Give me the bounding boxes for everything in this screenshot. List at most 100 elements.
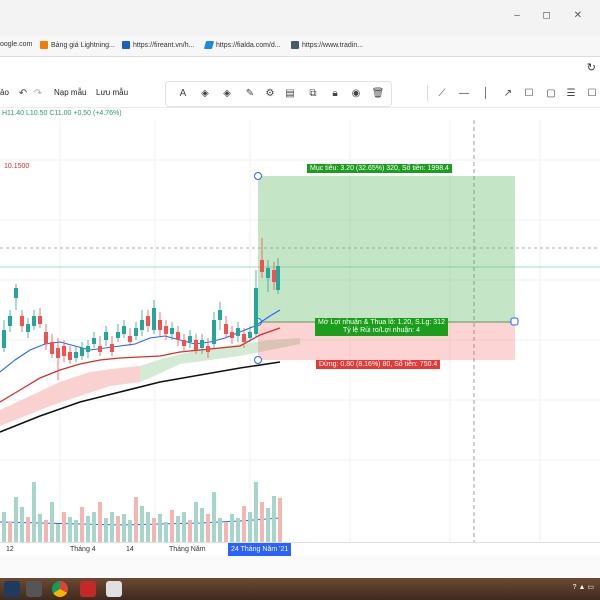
- fireant-favicon-icon: [122, 41, 130, 49]
- undo-icon[interactable]: ↶: [15, 85, 31, 101]
- volume-bar: [38, 514, 42, 542]
- taskbar-app-icon[interactable]: [26, 581, 42, 597]
- candle: [266, 268, 270, 278]
- candle: [122, 326, 126, 334]
- eye-icon[interactable]: ◉: [348, 85, 364, 101]
- volume-bar: [98, 502, 102, 542]
- trend-line-icon[interactable]: ⟋: [434, 85, 450, 101]
- candle: [26, 324, 30, 332]
- candle: [62, 346, 66, 356]
- annotation-icon[interactable]: ☐: [584, 85, 600, 101]
- taskbar-app-icon[interactable]: [106, 581, 122, 597]
- stop-label: Dừng: 0.80 (8.16%) 80, Số tiền: 750.4: [316, 360, 441, 369]
- fill-bucket-icon[interactable]: ◈: [197, 85, 213, 101]
- candle: [110, 344, 114, 352]
- candle: [98, 346, 102, 352]
- vertical-line-icon[interactable]: │: [478, 85, 494, 101]
- candle: [32, 316, 36, 326]
- time-cursor-label: 24 Tháng Năm '21: [228, 543, 292, 556]
- volume-bar: [44, 520, 48, 542]
- candle: [176, 332, 180, 340]
- start-icon[interactable]: [4, 581, 20, 597]
- candle: [74, 352, 78, 358]
- bookmark-tradingview[interactable]: https://www.tradin...: [291, 41, 363, 49]
- paint-bucket-icon[interactable]: ◈: [219, 85, 235, 101]
- candle: [140, 320, 144, 330]
- time-axis[interactable]: 12 Tháng 4 14 Tháng Năm 24 Tháng Năm '21: [0, 542, 600, 557]
- load-template-button[interactable]: Nạp mẫu: [54, 88, 86, 97]
- volume-bar: [230, 514, 234, 542]
- volume-bar: [224, 522, 228, 542]
- candle: [194, 340, 198, 350]
- bookmark-fireant[interactable]: https://fireant.vn/h...: [122, 41, 194, 49]
- volume-bar: [92, 512, 96, 542]
- candle: [56, 348, 60, 358]
- ray-icon[interactable]: ↗: [500, 85, 516, 101]
- window-controls: – ◻ ✕: [514, 10, 592, 21]
- target-zone[interactable]: [258, 176, 515, 322]
- volume-bar: [236, 518, 240, 542]
- candle: [206, 346, 210, 352]
- horizontal-line-icon[interactable]: —: [456, 85, 472, 101]
- candle: [116, 332, 120, 338]
- candle: [254, 288, 258, 334]
- candle: [8, 316, 12, 326]
- system-tray[interactable]: ? ▲ ▭: [573, 583, 594, 591]
- bookmark-lightning[interactable]: Bảng giá Lightning...: [40, 41, 115, 49]
- volume-bar: [218, 518, 222, 542]
- pencil-icon[interactable]: ✎: [242, 85, 258, 101]
- volume-bar: [266, 508, 270, 542]
- x-tick: Tháng Năm: [169, 546, 206, 553]
- candle: [236, 328, 240, 336]
- callout-icon[interactable]: ☐: [521, 85, 537, 101]
- trash-icon[interactable]: 🗑︎: [370, 85, 386, 101]
- candle: [170, 328, 174, 334]
- target-handle[interactable]: [254, 172, 262, 180]
- volume-bar: [8, 522, 12, 542]
- candle: [146, 316, 150, 326]
- bookmark-google[interactable]: oogle.com: [0, 41, 32, 48]
- text-icon[interactable]: A: [175, 85, 191, 101]
- fialda-favicon-icon: [203, 41, 215, 49]
- volume-bar: [248, 512, 252, 542]
- candle: [104, 332, 108, 340]
- candle: [152, 308, 156, 330]
- volume-bar: [32, 482, 36, 542]
- pnl-line-1: Mở Lợi nhuận & Thua lỗ: 1.20, S.Lg: 312: [318, 319, 445, 326]
- candle: [218, 310, 222, 320]
- chrome-icon[interactable]: [52, 581, 68, 597]
- volume-bar: [86, 516, 90, 542]
- fib-icon[interactable]: ☰: [563, 85, 579, 101]
- save-template-button[interactable]: Lưu mẫu: [96, 88, 128, 97]
- page-favicon-icon: [291, 41, 299, 49]
- volume-bar: [50, 502, 54, 542]
- bookmark-fialda[interactable]: https://fialda.com/d...: [203, 41, 281, 49]
- clone-icon[interactable]: ⧉: [305, 85, 321, 101]
- candle: [86, 346, 90, 352]
- redo-icon[interactable]: ↷: [30, 85, 46, 101]
- volume-bar: [182, 512, 186, 542]
- lock-icon[interactable]: 🔒︎: [327, 85, 343, 101]
- volume-bar: [140, 506, 144, 542]
- toolbar-left-label[interactable]: ảo: [0, 88, 9, 97]
- refresh-icon[interactable]: ↻: [587, 61, 596, 74]
- chart-toolbar: ảo ↶ ↷ Nạp mẫu Lưu mẫu A ◈ ◈ ✎ ⚙ ▤ ⧉ 🔒︎ …: [0, 79, 600, 108]
- price-chart[interactable]: [0, 120, 600, 542]
- right-handle[interactable]: [510, 317, 519, 326]
- volume-bar: [62, 512, 66, 542]
- rectangle-icon[interactable]: ▢: [543, 85, 559, 101]
- target-label: Mục tiêu: 3.20 (32.65%) 320, Số tiền: 19…: [307, 164, 452, 173]
- volume-bars-group: [2, 482, 282, 542]
- volume-bar: [134, 497, 138, 542]
- taskbar-app-icon[interactable]: [80, 581, 96, 597]
- x-tick: 14: [126, 546, 134, 553]
- candle: [260, 260, 264, 272]
- os-taskbar: ? ▲ ▭: [0, 578, 600, 600]
- volume-bar: [170, 510, 174, 542]
- volume-bar: [164, 522, 168, 542]
- settings-gear-icon[interactable]: ⚙: [262, 85, 278, 101]
- template-icon[interactable]: ▤: [282, 85, 298, 101]
- ichimoku-cloud-red: [0, 366, 140, 426]
- stop-handle[interactable]: [254, 356, 262, 364]
- volume-bar: [20, 507, 24, 542]
